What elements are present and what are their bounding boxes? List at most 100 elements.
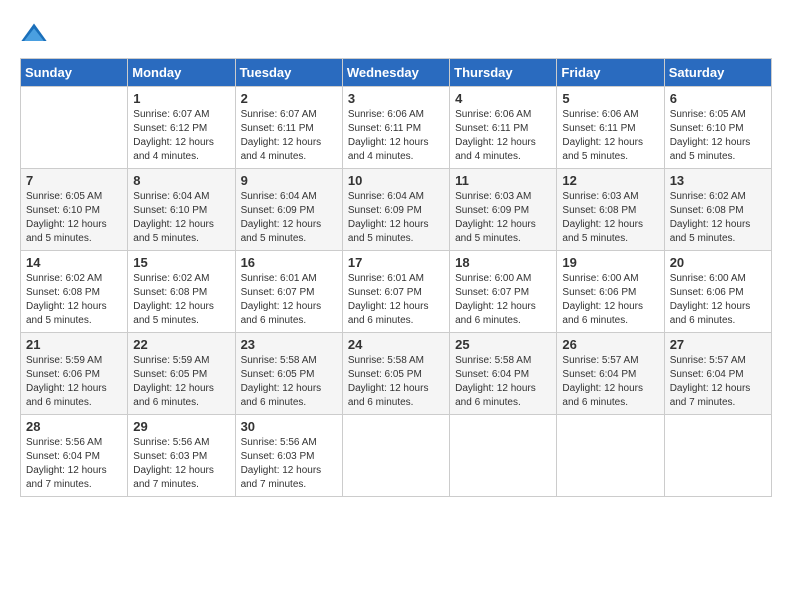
day-info: Sunrise: 5:56 AM Sunset: 6:03 PM Dayligh…	[241, 436, 337, 492]
calendar-cell: 18 Sunrise: 6:00 AM Sunset: 6:07 PM Dayli…	[450, 251, 557, 333]
day-number: 30	[241, 419, 337, 434]
column-header-saturday: Saturday	[664, 59, 771, 87]
day-info: Sunrise: 6:07 AM Sunset: 6:11 PM Dayligh…	[241, 108, 337, 164]
header-row: SundayMondayTuesdayWednesdayThursdayFrid…	[21, 59, 772, 87]
day-info: Sunrise: 6:06 AM Sunset: 6:11 PM Dayligh…	[562, 108, 658, 164]
day-number: 1	[133, 91, 229, 106]
calendar-cell: 25 Sunrise: 5:58 AM Sunset: 6:04 PM Dayli…	[450, 333, 557, 415]
day-number: 7	[26, 173, 122, 188]
calendar-cell: 7Sunrise: 6:05 AM Sunset: 6:10 PM Daylig…	[21, 169, 128, 251]
day-info: Sunrise: 6:03 AM Sunset: 6:09 PM Dayligh…	[455, 190, 551, 246]
day-number: 24	[348, 337, 444, 352]
calendar-cell: 3 Sunrise: 6:06 AM Sunset: 6:11 PM Daylig…	[342, 87, 449, 169]
day-number: 11	[455, 173, 551, 188]
day-info: Sunrise: 6:02 AM Sunset: 6:08 PM Dayligh…	[133, 272, 229, 328]
day-info: Sunrise: 6:04 AM Sunset: 6:09 PM Dayligh…	[241, 190, 337, 246]
week-row-3: 14 Sunrise: 6:02 AM Sunset: 6:08 PM Dayli…	[21, 251, 772, 333]
column-header-friday: Friday	[557, 59, 664, 87]
calendar-table: SundayMondayTuesdayWednesdayThursdayFrid…	[20, 58, 772, 497]
calendar-cell: 27Sunrise: 5:57 AM Sunset: 6:04 PM Dayli…	[664, 333, 771, 415]
calendar-cell: 20Sunrise: 6:00 AM Sunset: 6:06 PM Dayli…	[664, 251, 771, 333]
week-row-2: 7Sunrise: 6:05 AM Sunset: 6:10 PM Daylig…	[21, 169, 772, 251]
day-info: Sunrise: 5:59 AM Sunset: 6:06 PM Dayligh…	[26, 354, 122, 410]
day-info: Sunrise: 6:02 AM Sunset: 6:08 PM Dayligh…	[26, 272, 122, 328]
day-number: 12	[562, 173, 658, 188]
day-info: Sunrise: 5:56 AM Sunset: 6:03 PM Dayligh…	[133, 436, 229, 492]
calendar-cell: 24 Sunrise: 5:58 AM Sunset: 6:05 PM Dayli…	[342, 333, 449, 415]
day-number: 14	[26, 255, 122, 270]
day-number: 9	[241, 173, 337, 188]
day-number: 18	[455, 255, 551, 270]
day-info: Sunrise: 5:57 AM Sunset: 6:04 PM Dayligh…	[562, 354, 658, 410]
day-number: 28	[26, 419, 122, 434]
day-number: 22	[133, 337, 229, 352]
week-row-1: 1 Sunrise: 6:07 AM Sunset: 6:12 PM Daylig…	[21, 87, 772, 169]
column-header-thursday: Thursday	[450, 59, 557, 87]
calendar-cell: 19 Sunrise: 6:00 AM Sunset: 6:06 PM Dayli…	[557, 251, 664, 333]
calendar-cell: 11 Sunrise: 6:03 AM Sunset: 6:09 PM Dayli…	[450, 169, 557, 251]
day-number: 16	[241, 255, 337, 270]
day-number: 25	[455, 337, 551, 352]
day-number: 8	[133, 173, 229, 188]
day-number: 13	[670, 173, 766, 188]
calendar-cell	[557, 415, 664, 497]
calendar-cell: 4 Sunrise: 6:06 AM Sunset: 6:11 PM Daylig…	[450, 87, 557, 169]
calendar-cell: 17 Sunrise: 6:01 AM Sunset: 6:07 PM Dayli…	[342, 251, 449, 333]
calendar-cell: 30 Sunrise: 5:56 AM Sunset: 6:03 PM Dayli…	[235, 415, 342, 497]
day-info: Sunrise: 6:06 AM Sunset: 6:11 PM Dayligh…	[455, 108, 551, 164]
day-info: Sunrise: 6:01 AM Sunset: 6:07 PM Dayligh…	[348, 272, 444, 328]
calendar-cell: 28 Sunrise: 5:56 AM Sunset: 6:04 PM Dayli…	[21, 415, 128, 497]
day-info: Sunrise: 6:01 AM Sunset: 6:07 PM Dayligh…	[241, 272, 337, 328]
day-info: Sunrise: 5:58 AM Sunset: 6:04 PM Dayligh…	[455, 354, 551, 410]
calendar-cell: 9 Sunrise: 6:04 AM Sunset: 6:09 PM Daylig…	[235, 169, 342, 251]
calendar-cell: 16 Sunrise: 6:01 AM Sunset: 6:07 PM Dayli…	[235, 251, 342, 333]
calendar-cell: 21Sunrise: 5:59 AM Sunset: 6:06 PM Dayli…	[21, 333, 128, 415]
calendar-cell	[664, 415, 771, 497]
day-info: Sunrise: 5:56 AM Sunset: 6:04 PM Dayligh…	[26, 436, 122, 492]
calendar-cell: 14 Sunrise: 6:02 AM Sunset: 6:08 PM Dayli…	[21, 251, 128, 333]
calendar-cell	[21, 87, 128, 169]
calendar-cell: 1 Sunrise: 6:07 AM Sunset: 6:12 PM Daylig…	[128, 87, 235, 169]
page-header	[20, 20, 772, 48]
day-number: 27	[670, 337, 766, 352]
calendar-cell: 15 Sunrise: 6:02 AM Sunset: 6:08 PM Dayli…	[128, 251, 235, 333]
logo-icon	[20, 20, 48, 48]
day-number: 17	[348, 255, 444, 270]
day-info: Sunrise: 6:04 AM Sunset: 6:09 PM Dayligh…	[348, 190, 444, 246]
day-info: Sunrise: 6:00 AM Sunset: 6:06 PM Dayligh…	[670, 272, 766, 328]
day-number: 6	[670, 91, 766, 106]
day-number: 15	[133, 255, 229, 270]
day-info: Sunrise: 6:00 AM Sunset: 6:06 PM Dayligh…	[562, 272, 658, 328]
day-number: 23	[241, 337, 337, 352]
calendar-cell: 22 Sunrise: 5:59 AM Sunset: 6:05 PM Dayli…	[128, 333, 235, 415]
day-number: 19	[562, 255, 658, 270]
day-number: 26	[562, 337, 658, 352]
calendar-cell: 6Sunrise: 6:05 AM Sunset: 6:10 PM Daylig…	[664, 87, 771, 169]
day-number: 29	[133, 419, 229, 434]
column-header-sunday: Sunday	[21, 59, 128, 87]
calendar-cell: 29 Sunrise: 5:56 AM Sunset: 6:03 PM Dayli…	[128, 415, 235, 497]
day-info: Sunrise: 6:04 AM Sunset: 6:10 PM Dayligh…	[133, 190, 229, 246]
day-info: Sunrise: 6:02 AM Sunset: 6:08 PM Dayligh…	[670, 190, 766, 246]
day-number: 3	[348, 91, 444, 106]
day-info: Sunrise: 6:03 AM Sunset: 6:08 PM Dayligh…	[562, 190, 658, 246]
calendar-cell: 5 Sunrise: 6:06 AM Sunset: 6:11 PM Daylig…	[557, 87, 664, 169]
week-row-4: 21Sunrise: 5:59 AM Sunset: 6:06 PM Dayli…	[21, 333, 772, 415]
column-header-monday: Monday	[128, 59, 235, 87]
calendar-cell	[450, 415, 557, 497]
day-info: Sunrise: 5:58 AM Sunset: 6:05 PM Dayligh…	[348, 354, 444, 410]
calendar-cell: 12 Sunrise: 6:03 AM Sunset: 6:08 PM Dayli…	[557, 169, 664, 251]
day-info: Sunrise: 6:00 AM Sunset: 6:07 PM Dayligh…	[455, 272, 551, 328]
day-info: Sunrise: 5:59 AM Sunset: 6:05 PM Dayligh…	[133, 354, 229, 410]
day-number: 10	[348, 173, 444, 188]
calendar-cell: 26 Sunrise: 5:57 AM Sunset: 6:04 PM Dayli…	[557, 333, 664, 415]
logo	[20, 20, 52, 48]
calendar-cell	[342, 415, 449, 497]
calendar-cell: 13 Sunrise: 6:02 AM Sunset: 6:08 PM Dayli…	[664, 169, 771, 251]
day-info: Sunrise: 6:06 AM Sunset: 6:11 PM Dayligh…	[348, 108, 444, 164]
day-number: 5	[562, 91, 658, 106]
calendar-cell: 8 Sunrise: 6:04 AM Sunset: 6:10 PM Daylig…	[128, 169, 235, 251]
column-header-tuesday: Tuesday	[235, 59, 342, 87]
day-info: Sunrise: 6:07 AM Sunset: 6:12 PM Dayligh…	[133, 108, 229, 164]
day-number: 4	[455, 91, 551, 106]
